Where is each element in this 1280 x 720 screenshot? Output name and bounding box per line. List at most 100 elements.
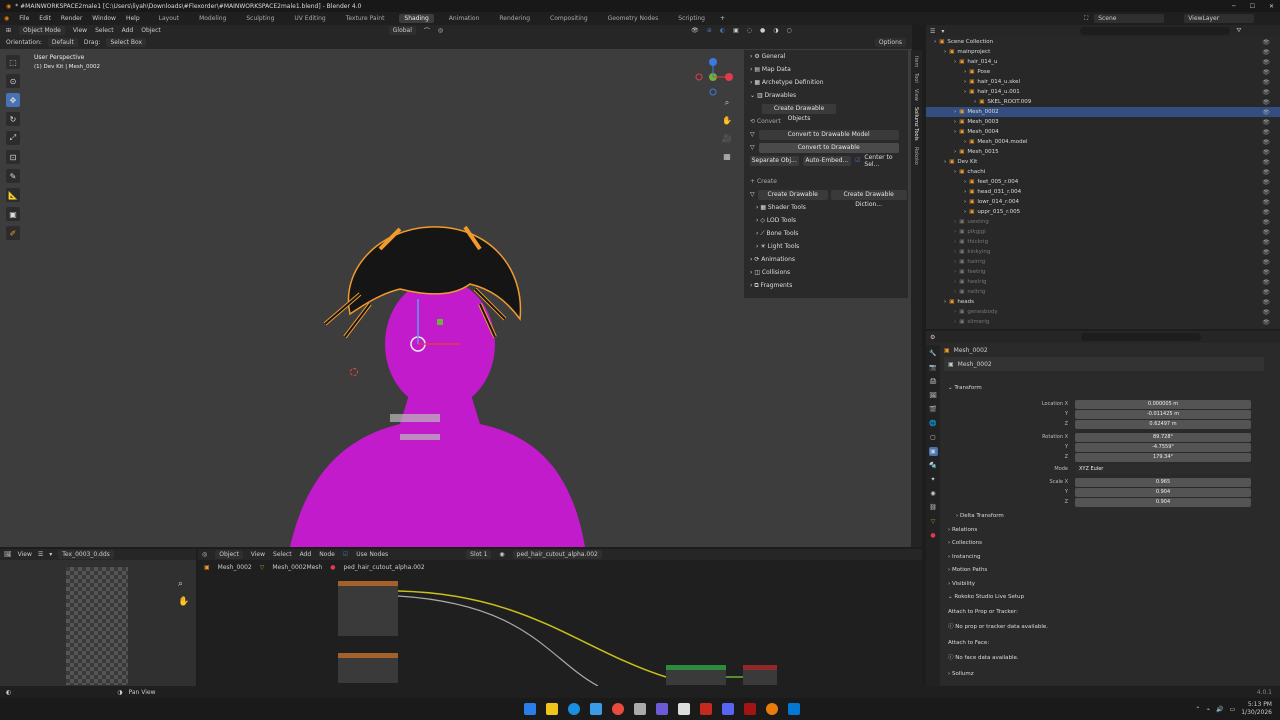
chevron-right-icon[interactable]: › — [944, 159, 946, 165]
motion-paths-section[interactable]: › Motion Paths — [948, 567, 987, 573]
visibility-eye-icon[interactable]: 👁 — [1262, 289, 1274, 296]
gizmo-x-ball[interactable] — [725, 73, 733, 81]
visibility-eye-icon[interactable]: 👁 — [1262, 69, 1274, 76]
outliner-row[interactable]: › ▣ heads 👁 — [926, 297, 1280, 307]
outliner-row[interactable]: › ▣ neltrig 👁 — [926, 287, 1280, 297]
world-tab-icon[interactable]: 🌐 — [929, 419, 938, 428]
tool-tab-icon[interactable]: 🔧 — [929, 349, 938, 358]
visibility-eye-icon[interactable]: 👁 — [1262, 129, 1274, 136]
chevron-right-icon[interactable]: › — [954, 229, 956, 235]
visibility-eye-icon[interactable]: 👁 — [1262, 49, 1274, 56]
visibility-eye-icon[interactable]: 👁 — [1262, 199, 1274, 206]
properties-search-input[interactable] — [1081, 333, 1202, 341]
menu-window[interactable]: Window — [92, 15, 116, 22]
visibility-eye-icon[interactable]: 👁 — [1262, 269, 1274, 276]
convert-to-drawable-button[interactable]: Convert to Drawable — [758, 142, 899, 153]
workspace-tab-modeling[interactable]: Modeling — [194, 14, 231, 23]
relations-section[interactable]: › Relations — [948, 527, 977, 533]
modifiers-tab-icon[interactable]: 🔩 — [929, 461, 938, 470]
shader-node-editor[interactable]: ◎ Object View Select Add Node ☑ Use Node… — [198, 549, 922, 686]
outliner-editor-icon[interactable]: ☰ — [930, 28, 935, 35]
app-icon[interactable] — [700, 703, 712, 715]
visibility-eye-icon[interactable]: 👁 — [1262, 179, 1274, 186]
visibility-eye-icon[interactable]: 👁 — [1262, 79, 1274, 86]
rotation-mode-dropdown[interactable]: XYZ Euler — [1075, 465, 1251, 474]
collection-tab-icon[interactable]: ▢ — [929, 433, 938, 442]
outliner-row[interactable]: › ▣ uwsting 👁 — [926, 217, 1280, 227]
orientation-dropdown[interactable]: Default — [47, 38, 78, 47]
workspace-tab-rendering[interactable]: Rendering — [494, 14, 535, 23]
object-menu[interactable]: Object — [141, 27, 161, 34]
edge-browser-icon[interactable] — [568, 703, 580, 715]
select-box-tool-icon[interactable]: ⬚ — [6, 55, 20, 69]
outliner-row[interactable]: › ▣ Scene Collection 👁 — [926, 37, 1280, 47]
rotation-x-field[interactable]: 89.728° — [1075, 433, 1251, 442]
chevron-right-icon[interactable]: › — [954, 259, 956, 265]
scene-field[interactable]: Scene — [1094, 14, 1165, 23]
gizmo-z-ball[interactable] — [709, 58, 717, 66]
visibility-eye-icon[interactable]: 👁 — [1262, 119, 1274, 126]
gizmo-neg-z-ball[interactable] — [709, 88, 717, 96]
chevron-right-icon[interactable]: › — [944, 299, 946, 305]
object-name-field[interactable]: ▣ Mesh_0002 — [944, 357, 1264, 371]
chevron-right-icon[interactable]: › — [964, 199, 966, 205]
create-drawable-objects-button[interactable]: Create Drawable Objects — [762, 103, 836, 122]
camera-icon[interactable]: 🎥 — [721, 134, 733, 146]
chevron-right-icon[interactable]: › — [954, 269, 956, 275]
image-editor-icon[interactable]: 🖼 — [4, 551, 12, 558]
tab-tool[interactable]: Tool — [913, 73, 919, 83]
section-fragments[interactable]: › ⧉ Fragments — [744, 279, 908, 292]
outliner-row[interactable]: › ▣ hair_014_u 👁 — [926, 57, 1280, 67]
visibility-eye-icon[interactable]: 👁 — [1262, 209, 1274, 216]
app-icon[interactable] — [656, 703, 668, 715]
workspace-tab-compositing[interactable]: Compositing — [545, 14, 593, 23]
view-layer-field[interactable]: ViewLayer — [1184, 14, 1255, 23]
snap-icon[interactable]: ⌒ — [424, 26, 430, 35]
image-editor[interactable]: 🖼 View ☰ ▾ Tex_0003_0.dds ⌕ ✋ — [0, 549, 196, 686]
rokoko-section[interactable]: ⌄ Rokoko Studio Live Setup — [948, 594, 1024, 600]
add-menu[interactable]: Add — [122, 27, 134, 34]
app-icon[interactable] — [590, 703, 602, 715]
zoom-icon[interactable]: ⌕ — [721, 98, 733, 110]
workspace-tab-shading[interactable]: Shading — [399, 14, 434, 23]
outliner-row[interactable]: › ▣ feetrig 👁 — [926, 267, 1280, 277]
extra-tool-icon[interactable]: ✐ — [6, 226, 20, 240]
shading-wire-icon[interactable]: ◌ — [747, 27, 752, 34]
section-collisions[interactable]: › ◫ Collisions — [744, 266, 908, 279]
xray-icon[interactable]: ▣ — [733, 27, 739, 34]
menu-help[interactable]: Help — [126, 15, 140, 22]
chevron-right-icon[interactable]: › — [944, 49, 946, 55]
visibility-eye-icon[interactable]: 👁 — [1262, 319, 1274, 326]
chevron-right-icon[interactable]: › — [954, 249, 956, 255]
clock[interactable]: 5:13 PM 1/30/2026 — [1241, 701, 1272, 717]
visibility-eye-icon[interactable]: 👁 — [1262, 89, 1274, 96]
section-lod-tools[interactable]: › ◇ LOD Tools — [744, 214, 908, 227]
visibility-eye-icon[interactable]: 👁 — [1262, 229, 1274, 236]
outliner-row[interactable]: › ▣ chachi 👁 — [926, 167, 1280, 177]
output-tab-icon[interactable]: 🖨 — [929, 377, 938, 386]
outliner-row[interactable]: › ▣ Mesh_0002 👁 — [926, 107, 1280, 117]
vscode-icon[interactable] — [788, 703, 800, 715]
instancing-section[interactable]: › Instancing — [948, 554, 980, 560]
collections-section[interactable]: › Collections — [948, 540, 982, 546]
outliner-row[interactable]: › ▣ hair_014_u.skel 👁 — [926, 77, 1280, 87]
display-mode-icon[interactable]: ▾ — [941, 28, 944, 35]
chevron-right-icon[interactable]: › — [954, 59, 956, 65]
outliner-row[interactable]: › ▣ SKEL_ROOT.009 👁 — [926, 97, 1280, 107]
transform-orientation-dropdown[interactable]: Global — [388, 26, 416, 35]
center-to-selection-label[interactable]: Center to Sel... — [864, 154, 908, 168]
visibility-eye-icon[interactable]: 👁 — [1262, 169, 1274, 176]
chevron-right-icon[interactable]: › — [964, 179, 966, 185]
chevron-right-icon[interactable]: › — [954, 309, 956, 315]
shading-material-icon[interactable]: ◑ — [773, 27, 778, 34]
hamburger-icon[interactable]: ☰ — [38, 551, 43, 558]
file-explorer-icon[interactable] — [546, 703, 558, 715]
visibility-eye-icon[interactable]: 👁 — [1262, 239, 1274, 246]
outliner-row[interactable]: › ▣ thickrig 👁 — [926, 237, 1280, 247]
image-name-field[interactable]: Tex_0003_0.dds — [58, 550, 114, 559]
data-tab-icon[interactable]: ▽ — [929, 517, 938, 526]
view-menu[interactable]: View — [18, 551, 32, 558]
scene-tab-icon[interactable]: 🎬 — [929, 405, 938, 414]
visibility-eye-icon[interactable]: 👁 — [1262, 299, 1274, 306]
app-icon[interactable] — [634, 703, 646, 715]
